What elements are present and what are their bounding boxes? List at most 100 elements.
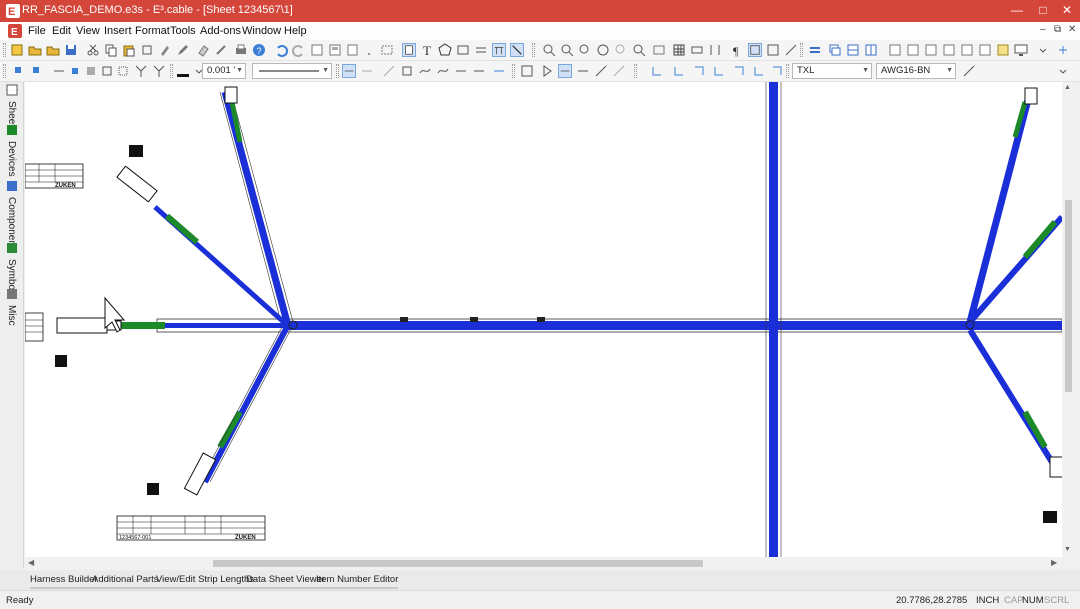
- snap-to-node-icon[interactable]: [360, 64, 374, 78]
- text-tool-icon[interactable]: T: [420, 43, 434, 57]
- insert-wire-icon[interactable]: [418, 64, 432, 78]
- pencil-icon[interactable]: [176, 43, 190, 57]
- connector-upper-left[interactable]: [116, 165, 158, 203]
- grid-icon[interactable]: [672, 43, 686, 57]
- paragraph-icon[interactable]: ¶: [730, 43, 744, 57]
- copy-icon[interactable]: [104, 43, 118, 57]
- mdi-restore-button[interactable]: ⧉: [1054, 24, 1061, 35]
- align-tool-icon[interactable]: [474, 43, 488, 57]
- connector-lower-right[interactable]: [1049, 456, 1062, 478]
- covering-diagonal[interactable]: [165, 213, 199, 245]
- tab-additional-parts[interactable]: Additional Parts: [92, 574, 159, 589]
- sidebar-tab-devices[interactable]: Devices: [6, 124, 20, 177]
- toolbar-grip[interactable]: [3, 43, 6, 57]
- node-move-icon[interactable]: [100, 64, 114, 78]
- covering-left[interactable]: [120, 322, 165, 329]
- select-area-icon[interactable]: [380, 43, 394, 57]
- paste-icon[interactable]: [122, 43, 136, 57]
- device-icon[interactable]: [55, 355, 67, 367]
- device-icon[interactable]: [1043, 511, 1057, 523]
- devices-view-icon[interactable]: [888, 43, 902, 57]
- route-icon[interactable]: [558, 64, 572, 78]
- mdi-minimize-button[interactable]: –: [1040, 24, 1046, 35]
- print-icon[interactable]: [234, 43, 248, 57]
- node-icon[interactable]: [52, 64, 66, 78]
- undo-icon[interactable]: [274, 43, 288, 57]
- monitor-icon[interactable]: [1014, 43, 1028, 57]
- harness-drawing[interactable]: ZUKEN 1234567-001 ZUKEN: [25, 82, 1062, 557]
- show-frame-icon[interactable]: [748, 43, 762, 57]
- connect-cables-icon[interactable]: [692, 64, 706, 78]
- covering-lower-right[interactable]: [1022, 410, 1048, 449]
- menu-window[interactable]: Window: [242, 25, 281, 37]
- menu-insert[interactable]: Insert: [104, 25, 132, 37]
- open-recent-icon[interactable]: [46, 43, 60, 57]
- toolbar-grip[interactable]: [532, 43, 535, 57]
- tool-icon[interactable]: [214, 43, 228, 57]
- zoom-in-icon[interactable]: [542, 43, 556, 57]
- play-icon[interactable]: [540, 64, 554, 78]
- export-icon[interactable]: [346, 43, 360, 57]
- node-group-icon[interactable]: [84, 64, 98, 78]
- toolbar-grip[interactable]: [786, 64, 789, 78]
- zoom-page-icon[interactable]: [310, 43, 324, 57]
- sidebar-tab-sheet[interactable]: Sheet: [6, 84, 20, 127]
- title-block-bottom[interactable]: 1234567-001 ZUKEN: [116, 515, 266, 541]
- tab-harness-builder[interactable]: Harness Builder: [30, 574, 98, 589]
- snap-grid-icon[interactable]: [708, 43, 722, 57]
- menu-view[interactable]: View: [76, 25, 100, 37]
- pin-add-icon[interactable]: [30, 64, 44, 78]
- route-auto-icon[interactable]: [576, 64, 590, 78]
- main-bundle[interactable]: [285, 321, 1062, 330]
- e3-menu-logo-icon[interactable]: E: [8, 24, 22, 38]
- connector-left[interactable]: [56, 317, 108, 334]
- connector-top-right[interactable]: [1024, 87, 1038, 105]
- window-tile-vertical-icon[interactable]: [864, 43, 878, 57]
- tab-view-edit-strip-lengths[interactable]: View/Edit Strip Lengths: [156, 574, 255, 589]
- toolbar-options-icon[interactable]: [1056, 64, 1070, 78]
- toolbar-grip[interactable]: [336, 64, 339, 78]
- connector-tool-icon[interactable]: [402, 43, 416, 57]
- chevron-down-icon[interactable]: ▼: [946, 64, 953, 78]
- mdi-close-button[interactable]: ✕: [1068, 24, 1076, 35]
- polygon-tool-icon[interactable]: [438, 43, 452, 57]
- title-block-left[interactable]: [25, 312, 44, 342]
- device-icon[interactable]: [129, 145, 143, 157]
- line-width-field[interactable]: 0.001 ' ▼: [202, 63, 246, 79]
- connect-icon[interactable]: [784, 43, 798, 57]
- save-icon[interactable]: [64, 43, 78, 57]
- menu-add-ons[interactable]: Add-ons: [200, 25, 241, 37]
- arrange-icon[interactable]: [808, 43, 822, 57]
- window-tile-horizontal-icon[interactable]: [846, 43, 860, 57]
- connect-wires-icon[interactable]: [672, 64, 686, 78]
- window-cascade-icon[interactable]: [828, 43, 842, 57]
- menu-tools[interactable]: Tools: [170, 25, 196, 37]
- insert-segment-icon[interactable]: [472, 64, 486, 78]
- connect-check-icon[interactable]: [770, 64, 784, 78]
- show-hidden-icon[interactable]: [766, 43, 780, 57]
- splice-icon[interactable]: [134, 64, 148, 78]
- copy-format-icon[interactable]: [140, 43, 154, 57]
- insert-connector-icon[interactable]: [400, 64, 414, 78]
- image-icon[interactable]: [978, 43, 992, 57]
- line-color-icon[interactable]: [176, 64, 190, 78]
- edit-text-icon[interactable]: [382, 64, 396, 78]
- branch-lower-left[interactable]: [202, 325, 290, 484]
- e3-app-icon[interactable]: E: [6, 4, 20, 18]
- toolbar-grip[interactable]: [512, 64, 515, 78]
- title-block-top-left[interactable]: ZUKEN: [25, 163, 84, 189]
- connect-node-icon[interactable]: [752, 64, 766, 78]
- minimize-button[interactable]: —: [1004, 0, 1030, 22]
- maximize-button[interactable]: □: [1030, 0, 1056, 22]
- zoom-fit-icon[interactable]: [578, 43, 592, 57]
- dimension-tool-icon[interactable]: [456, 43, 470, 57]
- node-add-icon[interactable]: [68, 64, 82, 78]
- sidebar-tab-component[interactable]: Component: [6, 180, 20, 249]
- insert-bundle-icon[interactable]: [454, 64, 468, 78]
- vertical-scrollbar[interactable]: ▲ ▼: [1062, 82, 1075, 557]
- redo-icon[interactable]: [292, 43, 306, 57]
- zoom-window-icon[interactable]: [614, 43, 628, 57]
- page-setup-icon[interactable]: [328, 43, 342, 57]
- node-grid-icon[interactable]: [116, 64, 130, 78]
- pin-icon[interactable]: [12, 64, 26, 78]
